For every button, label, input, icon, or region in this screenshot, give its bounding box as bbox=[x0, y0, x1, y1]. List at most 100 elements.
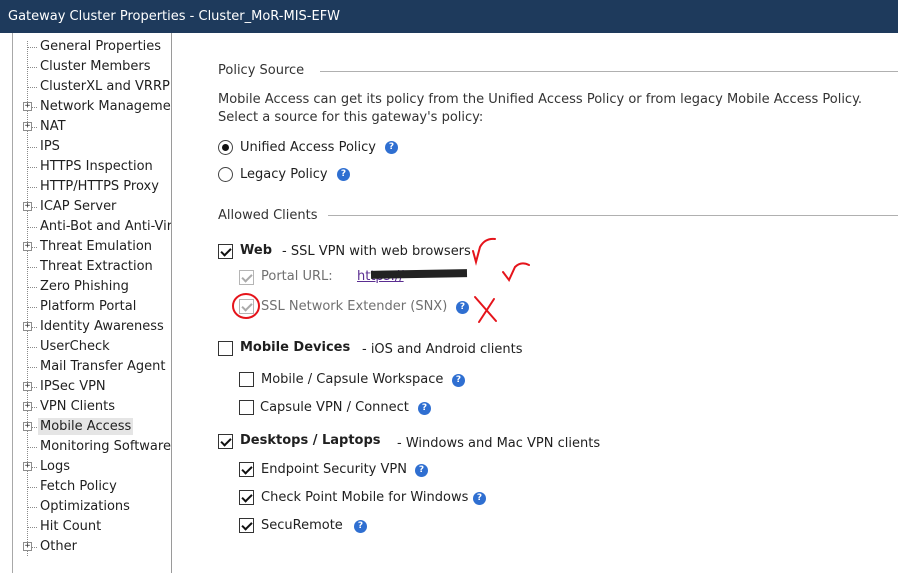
mobile-capsule-workspace-checkbox[interactable] bbox=[239, 372, 254, 387]
tree-item-usercheck[interactable]: UserCheck bbox=[0, 337, 171, 357]
capsule-vpn-connect-checkbox[interactable] bbox=[239, 400, 254, 415]
web-checkbox[interactable] bbox=[218, 244, 233, 259]
policy-source-description-line2: Select a source for this gateway's polic… bbox=[218, 110, 484, 125]
allowed-clients-heading: Allowed Clients bbox=[218, 208, 318, 223]
tree-item-vpn-clients[interactable]: + VPN Clients bbox=[0, 397, 171, 417]
capsule-vpn-connect-help-icon[interactable]: ? bbox=[418, 402, 431, 415]
snx-cross-annotation bbox=[474, 296, 497, 323]
tree-item-ipsec-vpn[interactable]: + IPSec VPN bbox=[0, 377, 171, 397]
policy-source-description: Mobile Access can get its policy from th… bbox=[218, 91, 878, 127]
expand-icon[interactable]: + bbox=[23, 542, 32, 551]
endpoint-security-vpn-checkbox[interactable] bbox=[239, 462, 254, 477]
endpoint-security-vpn-help-icon[interactable]: ? bbox=[415, 464, 428, 477]
expand-icon[interactable]: + bbox=[23, 122, 32, 131]
tree-item-optimizations[interactable]: Optimizations bbox=[0, 497, 171, 517]
snx-help-icon[interactable]: ? bbox=[456, 301, 469, 314]
snx-checkbox[interactable] bbox=[239, 299, 254, 314]
tree-item-label: Platform Portal bbox=[40, 299, 137, 314]
tree-item-threat-extraction[interactable]: Threat Extraction bbox=[0, 257, 171, 277]
tree-item-ips[interactable]: IPS bbox=[0, 137, 171, 157]
endpoint-security-vpn-label[interactable]: Endpoint Security VPN bbox=[261, 462, 407, 477]
mobile-devices-checkbox[interactable] bbox=[218, 341, 233, 356]
check-point-mobile-help-icon[interactable]: ? bbox=[473, 492, 486, 505]
legacy-policy-label[interactable]: Legacy Policy bbox=[240, 167, 328, 182]
tree-item-general-properties[interactable]: General Properties bbox=[0, 37, 171, 57]
desktops-laptops-label[interactable]: Desktops / Laptops bbox=[240, 433, 381, 448]
tree-item-hit-count[interactable]: Hit Count bbox=[0, 517, 171, 537]
tree-item-fetch-policy[interactable]: Fetch Policy bbox=[0, 477, 171, 497]
tree-item-logs[interactable]: + Logs bbox=[0, 457, 171, 477]
tree-item-other[interactable]: + Other bbox=[0, 537, 171, 557]
unified-access-policy-help-icon[interactable]: ? bbox=[385, 141, 398, 154]
tree-item-http-https-proxy[interactable]: HTTP/HTTPS Proxy bbox=[0, 177, 171, 197]
tree-item-label: General Properties bbox=[40, 39, 162, 54]
tree-item-mobile-access[interactable]: + Mobile Access bbox=[0, 417, 171, 437]
window-title: Gateway Cluster Properties - Cluster_MoR… bbox=[8, 9, 341, 24]
tree-item-platform-portal[interactable]: Platform Portal bbox=[0, 297, 171, 317]
capsule-vpn-connect-label[interactable]: Capsule VPN / Connect bbox=[260, 400, 409, 415]
expand-icon[interactable]: + bbox=[23, 402, 32, 411]
expand-icon[interactable]: + bbox=[23, 382, 32, 391]
tree-connector bbox=[28, 87, 37, 88]
expand-icon[interactable]: + bbox=[23, 242, 32, 251]
tree-item-label: Optimizations bbox=[40, 499, 130, 514]
tree-item-cluster-members[interactable]: Cluster Members bbox=[0, 57, 171, 77]
mobile-devices-label[interactable]: Mobile Devices bbox=[240, 340, 350, 355]
tree-connector bbox=[28, 527, 37, 528]
tree-item-label: ClusterXL and VRRP bbox=[40, 79, 170, 94]
desktops-laptops-checkbox[interactable] bbox=[218, 434, 233, 449]
snx-label: SSL Network Extender (SNX) bbox=[261, 299, 448, 314]
tree-item-identity-awareness[interactable]: + Identity Awareness bbox=[0, 317, 171, 337]
expand-icon[interactable]: + bbox=[23, 322, 32, 331]
tree-item-zero-phishing[interactable]: Zero Phishing bbox=[0, 277, 171, 297]
tree-connector bbox=[28, 287, 37, 288]
tree-item-label: NAT bbox=[40, 119, 66, 134]
tree-item-label: Cluster Members bbox=[40, 59, 151, 74]
tree-item-label: UserCheck bbox=[40, 339, 110, 354]
tree-item-nat[interactable]: + NAT bbox=[0, 117, 171, 137]
tree-item-label: IPS bbox=[40, 139, 60, 154]
tree-item-clusterxl-and-vrrp[interactable]: ClusterXL and VRRP bbox=[0, 77, 171, 97]
tree-item-label: ICAP Server bbox=[40, 199, 117, 214]
mobile-access-panel: Policy Source Mobile Access can get its … bbox=[173, 33, 898, 573]
portal-url-checkbox[interactable] bbox=[239, 270, 254, 285]
securemote-label[interactable]: SecuRemote bbox=[261, 518, 343, 533]
securemote-checkbox[interactable] bbox=[239, 518, 254, 533]
tree-connector bbox=[28, 367, 37, 368]
expand-icon[interactable]: + bbox=[23, 462, 32, 471]
tree-item-mail-transfer-agent[interactable]: Mail Transfer Agent bbox=[0, 357, 171, 377]
tree-item-network-management[interactable]: + Network Management bbox=[0, 97, 171, 117]
redacted-url-scribble bbox=[370, 269, 468, 279]
check-point-mobile-label[interactable]: Check Point Mobile for Windows bbox=[261, 490, 468, 505]
title-bar: Gateway Cluster Properties - Cluster_MoR… bbox=[0, 0, 898, 33]
tree-connector bbox=[28, 167, 37, 168]
unified-access-policy-radio[interactable] bbox=[218, 140, 233, 155]
mobile-devices-description: - iOS and Android clients bbox=[362, 342, 523, 357]
check-point-mobile-checkbox[interactable] bbox=[239, 490, 254, 505]
unified-access-policy-label[interactable]: Unified Access Policy bbox=[240, 140, 376, 155]
expand-icon[interactable]: + bbox=[23, 422, 32, 431]
mobile-capsule-workspace-label[interactable]: Mobile / Capsule Workspace bbox=[261, 372, 443, 387]
tree-connector bbox=[28, 147, 37, 148]
tree-item-anti-bot-and-anti-virus[interactable]: Anti-Bot and Anti-Virus bbox=[0, 217, 171, 237]
web-label[interactable]: Web bbox=[240, 243, 272, 258]
tree-item-label: Hit Count bbox=[40, 519, 102, 534]
policy-source-divider bbox=[320, 71, 898, 72]
expand-icon[interactable]: + bbox=[23, 102, 32, 111]
tree-connector bbox=[28, 187, 37, 188]
legacy-policy-radio[interactable] bbox=[218, 167, 233, 182]
tree-item-icap-server[interactable]: + ICAP Server bbox=[0, 197, 171, 217]
tree-item-monitoring-software-b[interactable]: Monitoring Software b bbox=[0, 437, 172, 457]
tree-item-label: Monitoring Software b bbox=[40, 439, 172, 454]
securemote-help-icon[interactable]: ? bbox=[354, 520, 367, 533]
tree-item-label: Threat Extraction bbox=[40, 259, 153, 274]
tree-item-threat-emulation[interactable]: + Threat Emulation bbox=[0, 237, 171, 257]
mobile-capsule-workspace-help-icon[interactable]: ? bbox=[452, 374, 465, 387]
tree-item-label: HTTP/HTTPS Proxy bbox=[40, 179, 159, 194]
allowed-clients-divider bbox=[328, 215, 898, 216]
tree-item-https-inspection[interactable]: HTTPS Inspection bbox=[0, 157, 171, 177]
expand-icon[interactable]: + bbox=[23, 202, 32, 211]
tree-connector bbox=[28, 507, 37, 508]
legacy-policy-help-icon[interactable]: ? bbox=[337, 168, 350, 181]
portal-url-label: Portal URL: bbox=[261, 269, 333, 284]
